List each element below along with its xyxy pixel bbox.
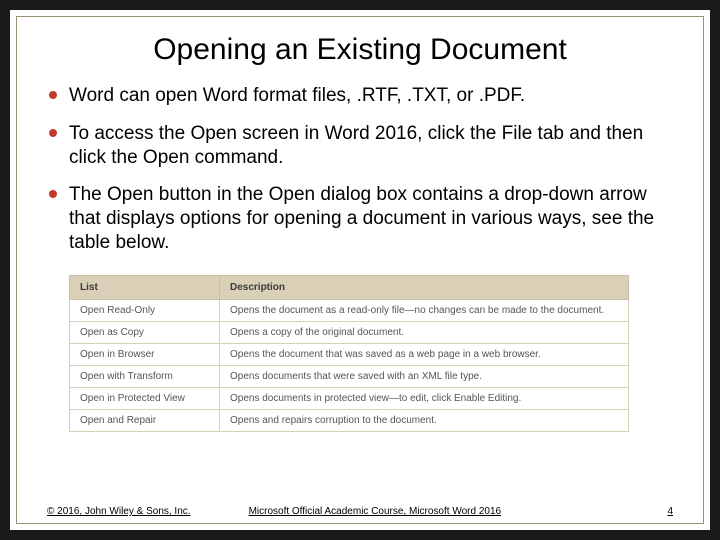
options-table: List Description Open Read-Only Opens th… <box>69 275 629 432</box>
col-list: List <box>70 275 220 299</box>
cell-desc: Opens the document as a read-only file—n… <box>220 299 629 321</box>
cell-desc: Opens the document that was saved as a w… <box>220 343 629 365</box>
table-row: Open Read-Only Opens the document as a r… <box>70 299 629 321</box>
slide-border: Opening an Existing Document Word can op… <box>16 16 704 524</box>
footer: © 2016, John Wiley & Sons, Inc. Microsof… <box>47 506 673 517</box>
slide: Opening an Existing Document Word can op… <box>10 10 710 530</box>
footer-copyright: © 2016, John Wiley & Sons, Inc. <box>47 506 191 517</box>
cell-desc: Opens and repairs corruption to the docu… <box>220 409 629 431</box>
cell-list: Open as Copy <box>70 321 220 343</box>
footer-page-number: 4 <box>667 506 673 517</box>
col-description: Description <box>220 275 629 299</box>
bullet-dot-icon <box>49 129 57 137</box>
cell-desc: Opens documents that were saved with an … <box>220 365 629 387</box>
bullet-item: Word can open Word format files, .RTF, .… <box>47 84 673 108</box>
cell-list: Open in Browser <box>70 343 220 365</box>
table-row: Open with Transform Opens documents that… <box>70 365 629 387</box>
bullet-dot-icon <box>49 190 57 198</box>
cell-list: Open in Protected View <box>70 387 220 409</box>
table-row: Open as Copy Opens a copy of the origina… <box>70 321 629 343</box>
bullet-list: Word can open Word format files, .RTF, .… <box>47 84 673 269</box>
cell-list: Open Read-Only <box>70 299 220 321</box>
bullet-text: Word can open Word format files, .RTF, .… <box>69 85 525 106</box>
table-header-row: List Description <box>70 275 629 299</box>
bullet-text: The Open button in the Open dialog box c… <box>69 184 654 253</box>
slide-title: Opening an Existing Document <box>47 33 673 66</box>
table-row: Open and Repair Opens and repairs corrup… <box>70 409 629 431</box>
table-row: Open in Browser Opens the document that … <box>70 343 629 365</box>
cell-list: Open and Repair <box>70 409 220 431</box>
bullet-dot-icon <box>49 91 57 99</box>
footer-course: Microsoft Official Academic Course, Micr… <box>249 506 502 517</box>
cell-list: Open with Transform <box>70 365 220 387</box>
bullet-item: To access the Open screen in Word 2016, … <box>47 122 673 170</box>
cell-desc: Opens a copy of the original document. <box>220 321 629 343</box>
bullet-text: To access the Open screen in Word 2016, … <box>69 123 643 168</box>
table-row: Open in Protected View Opens documents i… <box>70 387 629 409</box>
bullet-item: The Open button in the Open dialog box c… <box>47 183 673 254</box>
cell-desc: Opens documents in protected view—to edi… <box>220 387 629 409</box>
options-table-wrap: List Description Open Read-Only Opens th… <box>69 275 629 432</box>
